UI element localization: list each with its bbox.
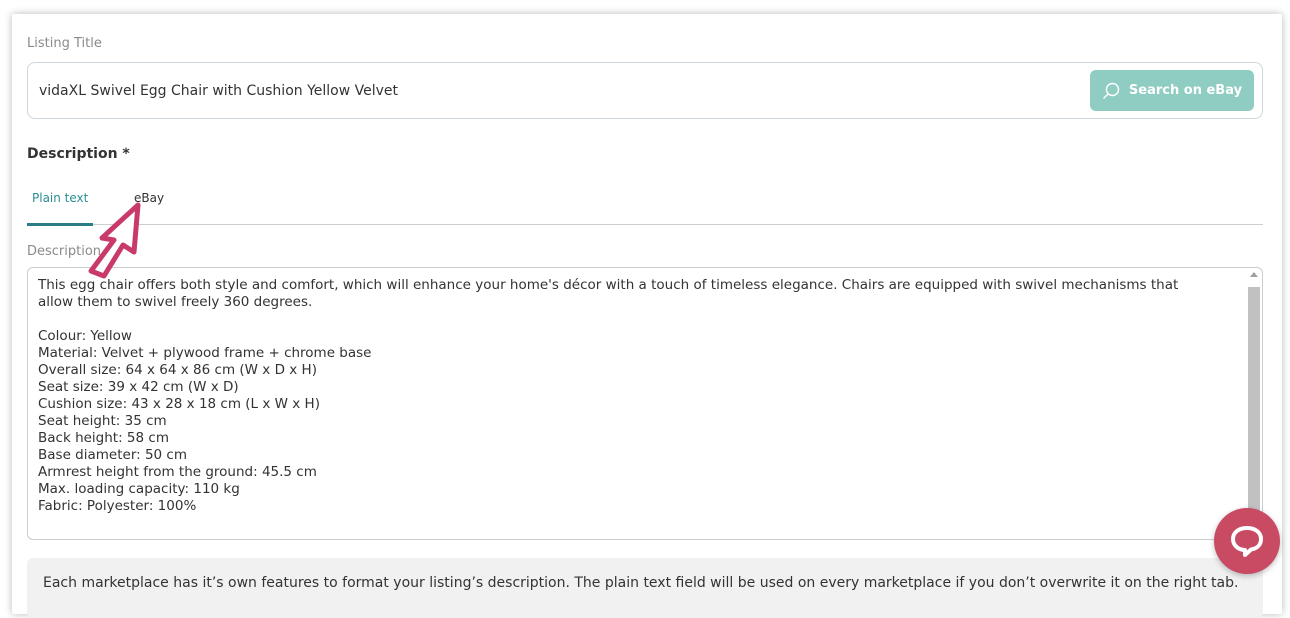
search-icon bbox=[1102, 82, 1120, 99]
description-textarea[interactable]: This egg chair offers both style and com… bbox=[27, 267, 1263, 540]
tab-plain-text[interactable]: Plain text bbox=[32, 191, 88, 205]
listing-title-input[interactable]: vidaXL Swivel Egg Chair with Cushion Yel… bbox=[27, 62, 1263, 119]
scroll-thumb[interactable] bbox=[1248, 287, 1260, 517]
scroll-up-arrow-icon[interactable] bbox=[1250, 272, 1258, 277]
search-button-label: Search on eBay bbox=[1128, 83, 1243, 98]
listing-title-value: vidaXL Swivel Egg Chair with Cushion Yel… bbox=[39, 83, 399, 99]
textarea-scrollbar[interactable] bbox=[1248, 270, 1260, 537]
description-tabs: Plain text eBay bbox=[27, 182, 1263, 226]
listing-card: Listing Title vidaXL Swivel Egg Chair wi… bbox=[12, 14, 1282, 618]
chat-button[interactable] bbox=[1214, 508, 1280, 574]
listing-title-label: Listing Title bbox=[27, 36, 102, 51]
description-heading: Description * bbox=[27, 146, 130, 162]
info-box: Each marketplace has it’s own features t… bbox=[27, 558, 1263, 618]
description-text: This egg chair offers both style and com… bbox=[38, 277, 1179, 514]
search-on-ebay-button[interactable]: Search on eBay bbox=[1090, 70, 1254, 111]
pointer-arrow-icon bbox=[88, 202, 141, 279]
chat-bubble-icon bbox=[1231, 526, 1263, 557]
